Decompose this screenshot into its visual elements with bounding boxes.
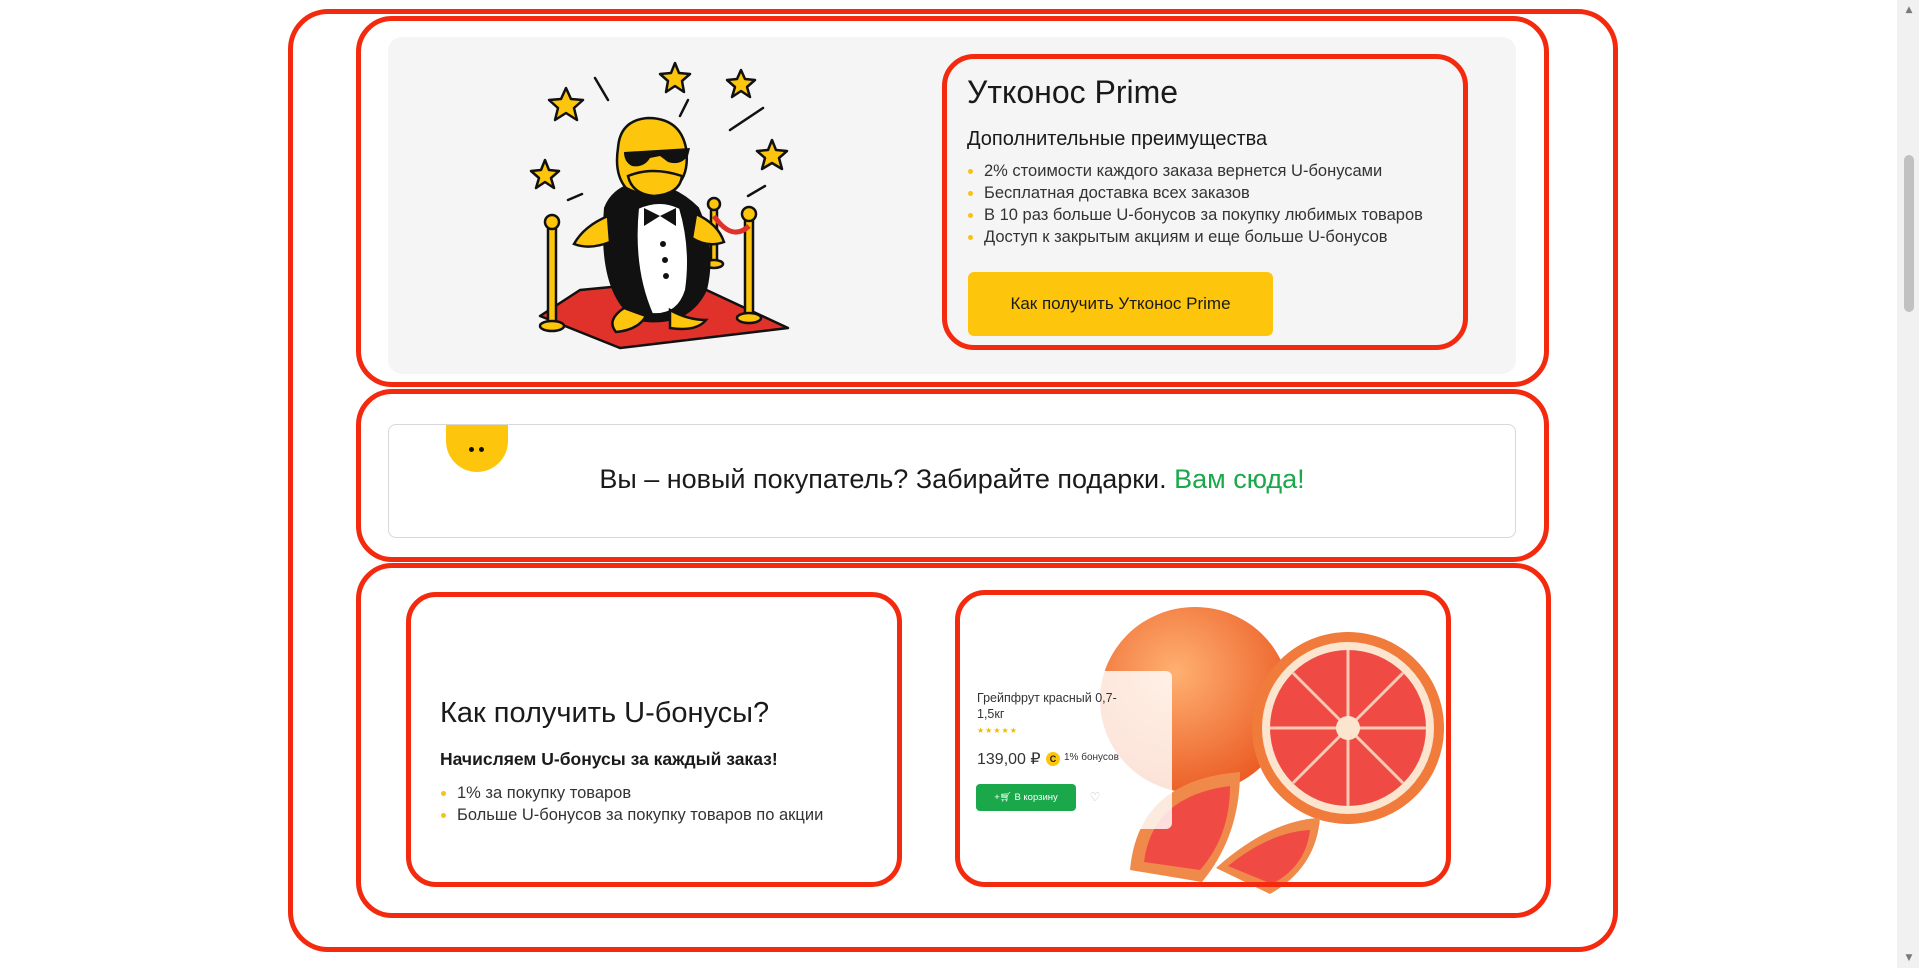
heart-icon[interactable]: ♡: [1087, 789, 1103, 805]
ubonus-list: 1% за покупку товаров Больше U-бонусов з…: [440, 782, 823, 826]
bonus-coin-icon: С: [1046, 752, 1060, 766]
star-icon: ★: [1009, 726, 1018, 735]
prime-benefit-item: Доступ к закрытым акциям и еще больше U-…: [967, 226, 1423, 248]
banner-text: Вы – новый покупатель? Забирайте подарки…: [599, 464, 1167, 494]
product-bonus-text: 1% бонусов: [1064, 752, 1119, 763]
product-name: Грейпфрут красный 0,7-1,5кг: [977, 691, 1117, 721]
banner-link[interactable]: Вам сюда!: [1174, 464, 1305, 494]
star-icon: ★: [993, 726, 1002, 735]
banner-message: Вы – новый покупатель? Забирайте подарки…: [388, 464, 1516, 495]
prime-title: Утконос Prime: [967, 74, 1179, 110]
prime-subtitle: Дополнительные преимущества: [967, 128, 1268, 150]
scroll-up-arrow-icon[interactable]: ▲: [1903, 4, 1915, 16]
vertical-scrollbar[interactable]: [1897, 0, 1919, 968]
product-rating-stars: ★★★★★: [977, 726, 1018, 735]
scrollbar-thumb[interactable]: [1904, 155, 1914, 312]
annotation-box-bonus-text: [406, 592, 902, 887]
star-icon: ★: [1001, 726, 1010, 735]
star-icon: ★: [977, 726, 986, 735]
ubonus-item: Больше U-бонусов за покупку товаров по а…: [440, 804, 823, 826]
add-to-cart-label: В корзину: [1014, 792, 1058, 803]
cart-plus-icon: +🛒︎: [994, 792, 1012, 803]
ubonus-title: Как получить U-бонусы?: [440, 697, 770, 729]
scroll-down-arrow-icon[interactable]: ▼: [1903, 952, 1915, 964]
prime-benefit-item: В 10 раз больше U-бонусов за покупку люб…: [967, 204, 1423, 226]
add-to-cart-button[interactable]: +🛒︎ В корзину: [976, 784, 1076, 811]
prime-benefit-item: 2% стоимости каждого заказа вернется U-б…: [967, 160, 1423, 182]
ubonus-subtitle: Начисляем U-бонусы за каждый заказ!: [440, 749, 778, 769]
ubonus-item: 1% за покупку товаров: [440, 782, 823, 804]
prime-benefits-list: 2% стоимости каждого заказа вернется U-б…: [967, 160, 1423, 248]
prime-benefit-item: Бесплатная доставка всех заказов: [967, 182, 1423, 204]
product-price: 139,00 ₽: [977, 751, 1041, 768]
get-prime-button[interactable]: Как получить Утконос Prime: [968, 272, 1273, 336]
